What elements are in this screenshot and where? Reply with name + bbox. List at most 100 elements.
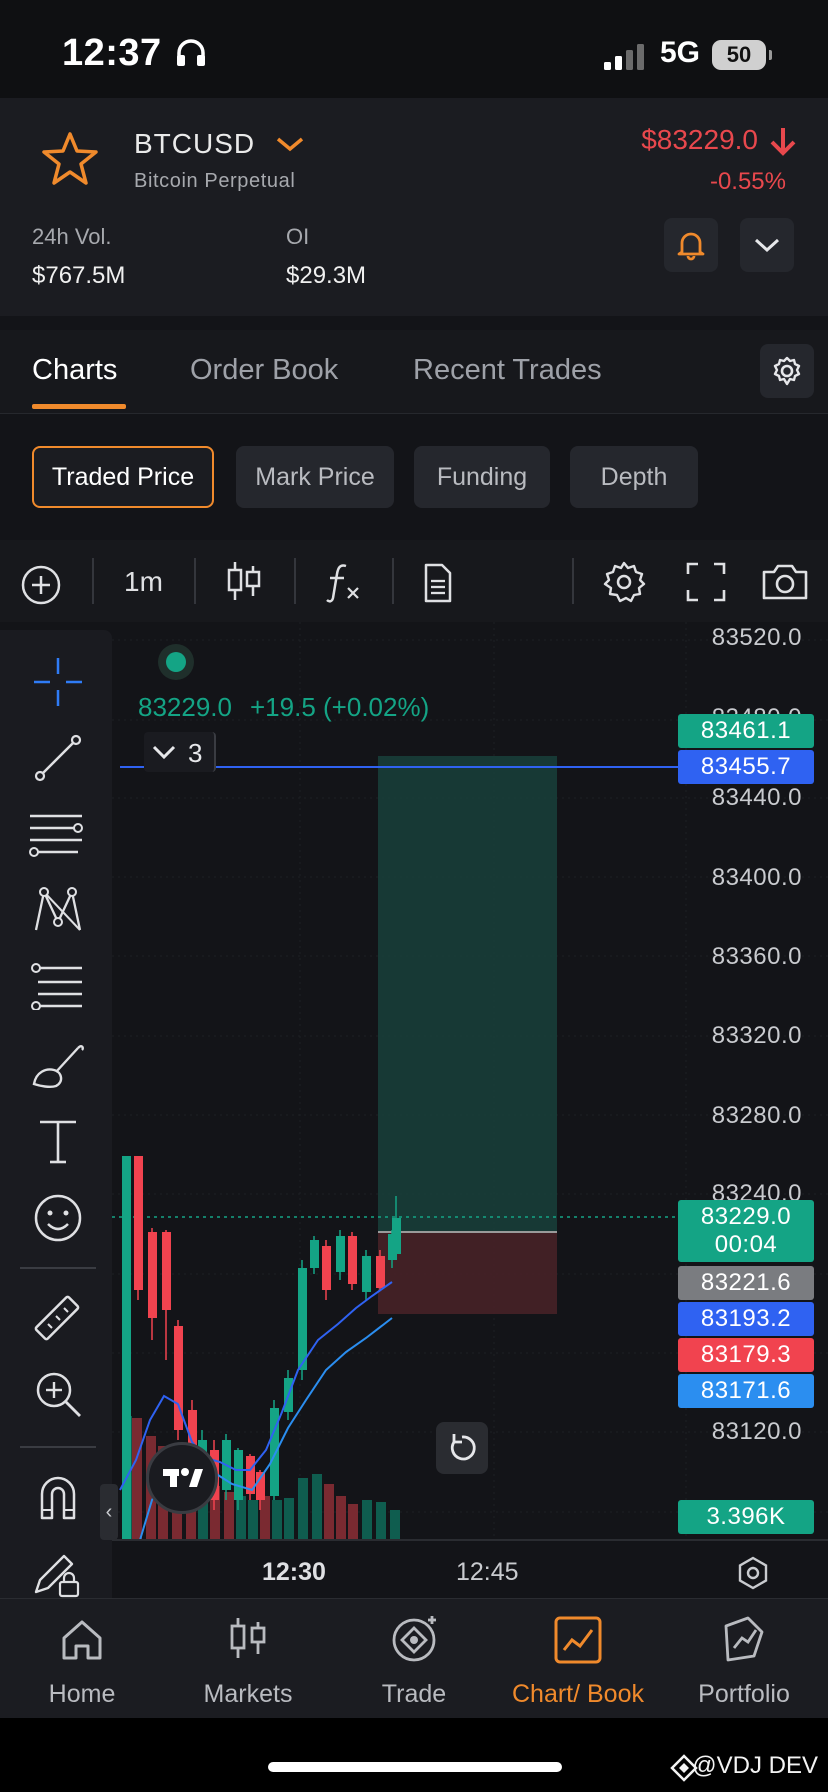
settings-button[interactable] bbox=[760, 344, 814, 398]
pattern-icon[interactable] bbox=[30, 882, 86, 938]
tab-recent-trades[interactable]: Recent Trades bbox=[413, 354, 602, 387]
toolbar-divider bbox=[20, 1267, 96, 1269]
volume-bar bbox=[272, 1500, 282, 1540]
tradingview-logo-icon bbox=[163, 1468, 203, 1487]
expand-header-button[interactable] bbox=[740, 218, 794, 272]
markets-icon bbox=[230, 1618, 266, 1658]
last-price: $83229.0 bbox=[641, 124, 758, 155]
camera-icon[interactable] bbox=[760, 560, 810, 604]
oi-value: $29.3M bbox=[286, 262, 367, 289]
stop-loss-zone bbox=[378, 1232, 557, 1314]
chip-depth[interactable]: Depth bbox=[570, 446, 698, 508]
candle-body bbox=[362, 1256, 371, 1292]
chevron-down-icon[interactable] bbox=[274, 134, 306, 154]
bell-icon bbox=[677, 232, 705, 261]
volume-bar bbox=[324, 1484, 334, 1540]
visibility-toggle-icon[interactable] bbox=[150, 642, 202, 682]
chart-icon bbox=[554, 1616, 602, 1664]
headphones-icon bbox=[177, 39, 205, 66]
candle-body bbox=[376, 1256, 385, 1288]
tradingview-logo bbox=[146, 1442, 218, 1514]
price-axis-label: 83440.0 bbox=[711, 784, 802, 811]
candle-body bbox=[348, 1236, 357, 1284]
chip-mark-price[interactable]: Mark Price bbox=[236, 446, 394, 508]
brush-icon[interactable] bbox=[28, 1038, 86, 1094]
home-indicator[interactable] bbox=[268, 1762, 562, 1772]
tab-charts[interactable]: Charts bbox=[32, 354, 117, 387]
candle-body bbox=[148, 1232, 157, 1318]
favorite-star-icon[interactable] bbox=[40, 130, 100, 188]
price-tag: 83455.7 bbox=[678, 750, 814, 784]
collapse-toolbar-button[interactable]: ‹ bbox=[100, 1484, 118, 1540]
magnet-icon[interactable] bbox=[32, 1472, 84, 1524]
crosshair-icon[interactable] bbox=[30, 654, 86, 710]
legend-price: 83229.0 bbox=[138, 692, 232, 722]
volume-bar bbox=[132, 1418, 142, 1540]
take-profit-zone bbox=[378, 756, 557, 1232]
last-price-value: 83229.0 bbox=[700, 1203, 792, 1230]
candle-body bbox=[336, 1236, 345, 1272]
horizontal-lines-icon[interactable] bbox=[26, 808, 86, 858]
zoom-in-icon[interactable] bbox=[30, 1366, 86, 1422]
price-axis-label: 83280.0 bbox=[711, 1102, 802, 1129]
gear-icon bbox=[773, 356, 801, 386]
lock-drawings-icon[interactable] bbox=[30, 1548, 86, 1598]
oi-label: OI bbox=[286, 224, 310, 249]
emoji-icon[interactable] bbox=[30, 1190, 86, 1246]
market-symbol[interactable]: BTCUSD bbox=[134, 128, 255, 160]
volume-bar bbox=[376, 1502, 386, 1540]
candle-body bbox=[162, 1232, 171, 1310]
status-time: 12:37 bbox=[62, 32, 162, 74]
candle-body bbox=[134, 1156, 143, 1290]
volume-tag: 3.396K bbox=[678, 1500, 814, 1534]
fullscreen-icon[interactable] bbox=[684, 560, 728, 604]
chip-funding[interactable]: Funding bbox=[414, 446, 550, 508]
portfolio-icon bbox=[724, 1616, 764, 1662]
price-tag: 83179.3 bbox=[678, 1338, 814, 1372]
price-axis-label: 83120.0 bbox=[711, 1418, 802, 1445]
ruler-icon[interactable] bbox=[28, 1290, 86, 1348]
market-subtitle: Bitcoin Perpetual bbox=[134, 170, 296, 192]
toolbar-divider bbox=[392, 558, 394, 604]
function-indicator-icon[interactable] bbox=[324, 560, 364, 604]
volume-bar bbox=[248, 1500, 258, 1540]
trade-icon bbox=[392, 1616, 436, 1662]
toolbar-divider bbox=[572, 558, 574, 604]
time-axis-label: 12:45 bbox=[456, 1558, 519, 1586]
volume-bar bbox=[336, 1496, 346, 1540]
timeframe-button[interactable]: 1m bbox=[124, 566, 163, 598]
chevron-down-icon bbox=[754, 238, 780, 253]
toolbar-divider bbox=[294, 558, 296, 604]
reset-chart-button[interactable] bbox=[436, 1422, 488, 1474]
candle-body bbox=[310, 1240, 319, 1268]
indicators-toggle[interactable]: 3 bbox=[144, 732, 216, 772]
reset-icon bbox=[450, 1434, 476, 1461]
battery-indicator: 50 bbox=[712, 40, 772, 70]
trend-line-icon[interactable] bbox=[30, 730, 86, 786]
nav-label: Chart/ Book bbox=[511, 1680, 644, 1708]
price-tag: 83461.1 bbox=[678, 714, 814, 748]
document-icon[interactable] bbox=[420, 562, 456, 604]
alert-button[interactable] bbox=[664, 218, 718, 272]
candle-type-icon[interactable] bbox=[224, 558, 264, 604]
time-axis-label: 12:30 bbox=[262, 1558, 326, 1586]
toolbar-divider bbox=[20, 1446, 96, 1448]
chevron-down-icon bbox=[152, 745, 176, 760]
tab-order-book[interactable]: Order Book bbox=[190, 354, 338, 387]
candle-body bbox=[298, 1268, 307, 1370]
fib-retracement-icon[interactable] bbox=[28, 960, 86, 1010]
volume-label: 24h Vol. bbox=[32, 224, 112, 249]
axis-settings-icon[interactable] bbox=[734, 1554, 772, 1592]
text-tool-icon[interactable] bbox=[34, 1116, 82, 1168]
candle-body bbox=[392, 1218, 401, 1254]
add-indicator-icon[interactable] bbox=[18, 562, 64, 608]
candle-countdown: 00:04 bbox=[714, 1231, 778, 1258]
nav-label: Portfolio bbox=[698, 1680, 790, 1708]
nav-label: Home bbox=[48, 1680, 116, 1708]
chip-traded-price[interactable]: Traded Price bbox=[32, 446, 214, 508]
chart-settings-gear-icon[interactable] bbox=[600, 558, 648, 606]
nav-label: Markets bbox=[203, 1680, 293, 1708]
candle-body bbox=[234, 1450, 243, 1500]
volume-bar bbox=[312, 1474, 322, 1540]
active-tab-indicator bbox=[32, 404, 126, 409]
